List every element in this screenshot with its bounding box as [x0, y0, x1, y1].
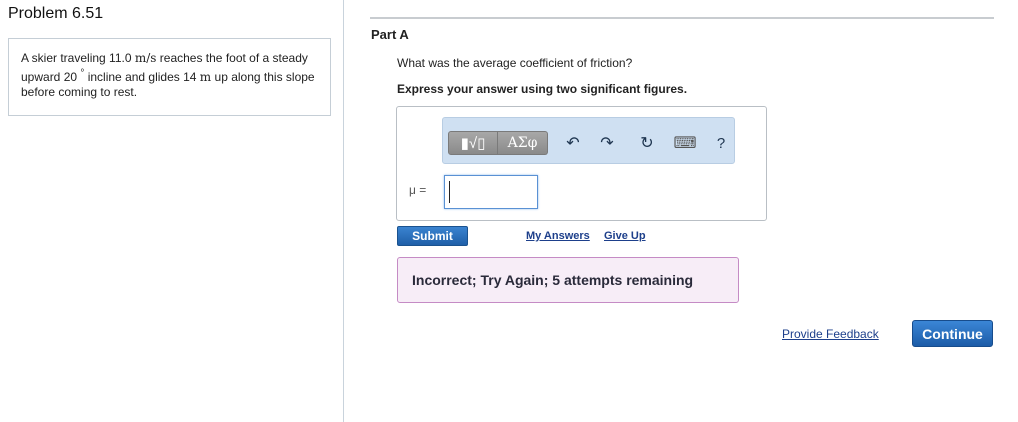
problem-title: Problem 6.51 [8, 5, 104, 22]
distance-unit: m [199, 70, 212, 84]
provide-feedback-link[interactable]: Provide Feedback [782, 327, 879, 341]
submit-button[interactable]: Submit [397, 226, 468, 246]
speed-unit: m/s [134, 51, 157, 65]
answer-area: ▮√▯ ΑΣφ ↶ ↷ ↻ ⌨ ? μ = [396, 106, 767, 221]
my-answers-link[interactable]: My Answers [526, 230, 590, 242]
problem-text-part-1: A skier traveling 11.0 [21, 51, 135, 65]
answer-input[interactable] [444, 175, 538, 209]
keyboard-icon[interactable]: ⌨ [673, 131, 697, 155]
reset-icon[interactable]: ↻ [635, 131, 659, 155]
templates-button[interactable]: ▮√▯ [448, 131, 498, 155]
part-title: Part A [371, 27, 409, 42]
instruction-text: Express your answer using two significan… [397, 82, 688, 96]
feedback-message-box: Incorrect; Try Again; 5 attempts remaini… [397, 257, 739, 303]
templates-icon: ▮√▯ [460, 135, 486, 152]
feedback-message: Incorrect; Try Again; 5 attempts remaini… [412, 272, 694, 288]
question-text: What was the average coefficient of fric… [397, 56, 633, 70]
continue-button[interactable]: Continue [912, 320, 993, 347]
help-icon[interactable]: ? [709, 131, 733, 155]
give-up-link[interactable]: Give Up [604, 230, 646, 242]
text-caret [449, 181, 450, 203]
symbols-button[interactable]: ΑΣφ [498, 131, 548, 155]
symbols-label: ΑΣφ [507, 135, 538, 151]
math-toolbar: ▮√▯ ΑΣφ ↶ ↷ ↻ ⌨ ? [442, 117, 735, 164]
answer-variable-label: μ = [409, 183, 427, 197]
problem-panel: Problem 6.51 A skier traveling 11.0 m/s … [0, 0, 344, 422]
toolbar-button-group: ▮√▯ ΑΣφ [448, 131, 548, 155]
undo-icon[interactable]: ↶ [561, 131, 585, 155]
problem-text-part-3: incline and glides 14 [84, 70, 200, 84]
page: Problem 6.51 A skier traveling 11.0 m/s … [0, 0, 1018, 422]
problem-statement: A skier traveling 11.0 m/s reaches the f… [8, 38, 331, 116]
section-divider [370, 17, 994, 19]
redo-icon[interactable]: ↷ [595, 131, 619, 155]
